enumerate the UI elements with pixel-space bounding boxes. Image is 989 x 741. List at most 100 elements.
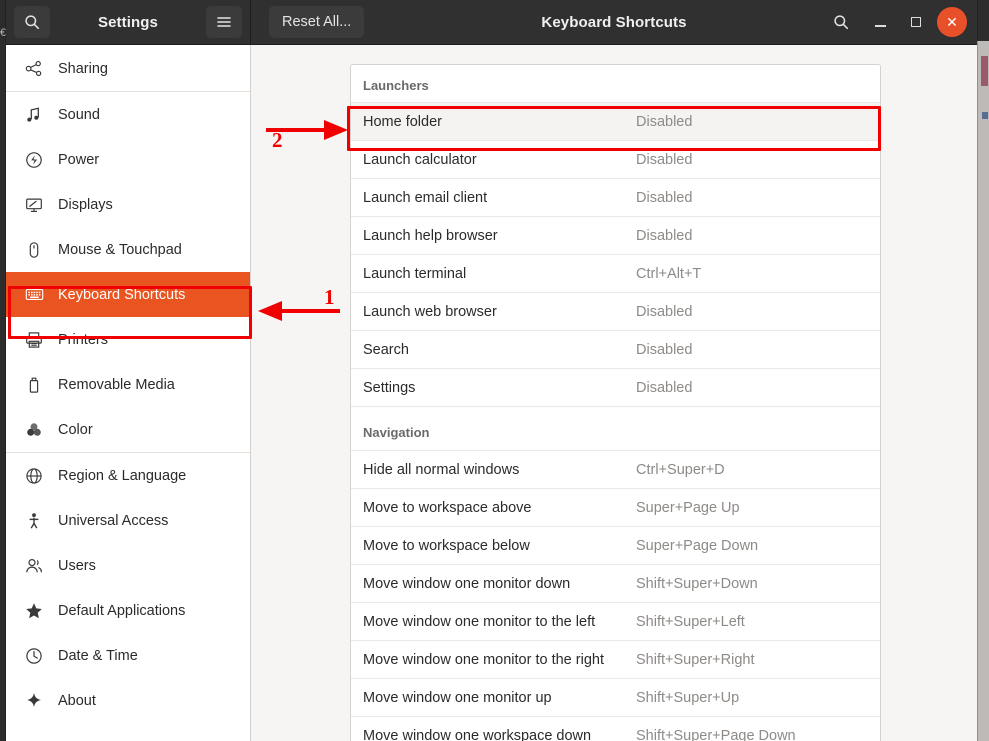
shortcut-row-hide-all-normal-windows[interactable]: Hide all normal windows Ctrl+Super+D [351, 450, 880, 488]
shortcut-row-launch-web-browser[interactable]: Launch web browser Disabled [351, 292, 880, 330]
sidebar-item-label: Sharing [58, 60, 108, 77]
shortcut-accelerator: Super+Page Down [636, 537, 759, 554]
shortcut-accelerator: Shift+Super+Page Down [636, 727, 796, 741]
shortcut-name: Launch calculator [363, 151, 477, 168]
shortcut-accelerator: Disabled [636, 189, 693, 206]
shortcut-row-move-window-one-workspace-down[interactable]: Move window one workspace down Shift+Supe… [351, 716, 880, 741]
shortcut-name: Move to workspace below [363, 537, 530, 554]
keyboard-icon [24, 285, 44, 305]
sidebar-item-label: Power [58, 151, 100, 168]
sidebar-item-label: Displays [58, 196, 113, 213]
sidebar-item-label: Printers [58, 331, 108, 348]
content-scrollbar[interactable] [971, 47, 975, 167]
right-edge-dark-top [977, 0, 989, 41]
sidebar-item-users[interactable]: Users [6, 543, 250, 588]
sidebar-item-date-time[interactable]: Date & Time [6, 633, 250, 678]
shortcut-row-move-window-one-monitor-up[interactable]: Move window one monitor up Shift+Super+Up [351, 678, 880, 716]
shortcut-accelerator: Shift+Super+Left [636, 613, 745, 630]
minimize-button[interactable] [865, 7, 895, 37]
shortcut-group-title: Launchers [351, 65, 880, 102]
shortcut-row-launch-email-client[interactable]: Launch email client Disabled [351, 178, 880, 216]
hamburger-menu-icon[interactable] [206, 6, 242, 38]
accessibility-icon [24, 511, 44, 531]
shortcut-row-move-window-one-monitor-to-the-right[interactable]: Move window one monitor to the right Shif… [351, 640, 880, 678]
clock-icon [24, 646, 44, 666]
sidebar-item-label: Default Applications [58, 602, 186, 619]
shortcut-name: Launch email client [363, 189, 488, 206]
shortcuts-content-area: Launchers Home folder Disabled Launch calcu… [251, 45, 977, 741]
shortcuts-panel: Launchers Home folder Disabled Launch calcu… [350, 64, 881, 741]
display-icon [24, 195, 44, 215]
minimize-icon [874, 25, 886, 27]
close-button[interactable]: ✕ [937, 7, 967, 37]
window-controls: ✕ [823, 6, 967, 38]
sidebar-item-label: Universal Access [58, 512, 169, 529]
shortcut-accelerator: Shift+Super+Right [636, 651, 755, 668]
shortcut-accelerator: Shift+Super+Down [636, 575, 758, 592]
shortcut-row-launch-help-browser[interactable]: Launch help browser Disabled [351, 216, 880, 254]
globe-icon [24, 466, 44, 486]
sidebar-item-region-language[interactable]: Region & Language [6, 453, 250, 498]
shortcut-name: Move window one monitor up [363, 689, 552, 706]
titlebar-main-section: Reset All... Keyboard Shortcuts ✕ [251, 0, 977, 44]
window-right-edge-strip [977, 0, 989, 741]
sidebar-item-about[interactable]: About [6, 678, 250, 723]
shortcut-row-home-folder[interactable]: Home folder Disabled [351, 102, 880, 140]
desktop-background: € Settings Reset All... Keyboard Shortcu… [0, 0, 989, 741]
power-icon [24, 150, 44, 170]
shortcut-name: Move window one monitor down [363, 575, 571, 592]
settings-window: Settings Reset All... Keyboard Shortcuts [6, 0, 977, 741]
sidebar-item-label: About [58, 692, 96, 709]
share-icon [24, 59, 44, 79]
shortcut-name: Settings [363, 379, 416, 396]
sidebar-item-default-applications[interactable]: Default Applications [6, 588, 250, 633]
shortcut-row-move-to-workspace-below[interactable]: Move to workspace below Super+Page Down [351, 526, 880, 564]
sidebar-item-power[interactable]: Power [6, 137, 250, 182]
shortcut-accelerator: Disabled [636, 151, 693, 168]
shortcut-accelerator: Disabled [636, 113, 693, 130]
mouse-icon [24, 240, 44, 260]
sidebar-item-sharing[interactable]: Sharing [6, 46, 250, 91]
shortcut-row-move-window-one-monitor-to-the-left[interactable]: Move window one monitor to the left Shift… [351, 602, 880, 640]
sidebar-item-label: Mouse & Touchpad [58, 241, 182, 258]
star-icon [24, 601, 44, 621]
sidebar-item-universal-access[interactable]: Universal Access [6, 498, 250, 543]
sidebar-item-removable-media[interactable]: Removable Media [6, 362, 250, 407]
usb-drive-icon [24, 375, 44, 395]
shortcut-accelerator: Disabled [636, 341, 693, 358]
sidebar-item-label: Region & Language [58, 467, 187, 484]
search-icon[interactable] [823, 6, 859, 38]
sidebar-item-printers[interactable]: Printers [6, 317, 250, 362]
shortcut-name: Hide all normal windows [363, 461, 520, 478]
shortcut-row-move-to-workspace-above[interactable]: Move to workspace above Super+Page Up [351, 488, 880, 526]
maximize-icon [911, 17, 921, 27]
shortcut-name: Move to workspace above [363, 499, 532, 516]
users-icon [24, 556, 44, 576]
sparkle-icon [24, 691, 44, 711]
sidebar-item-keyboard-shortcuts[interactable]: Keyboard Shortcuts [6, 272, 250, 317]
sidebar-item-label: Keyboard Shortcuts [58, 286, 186, 303]
sidebar-item-label: Date & Time [58, 647, 138, 664]
printer-icon [24, 330, 44, 350]
shortcut-row-launch-terminal[interactable]: Launch terminal Ctrl+Alt+T [351, 254, 880, 292]
shortcut-row-search[interactable]: Search Disabled [351, 330, 880, 368]
shortcut-name: Search [363, 341, 409, 358]
right-edge-mark-1 [981, 56, 988, 86]
shortcut-row-launch-calculator[interactable]: Launch calculator Disabled [351, 140, 880, 178]
sidebar-item-label: Removable Media [58, 376, 175, 393]
shortcut-row-settings[interactable]: Settings Disabled [351, 368, 880, 406]
shortcut-accelerator: Ctrl+Alt+T [636, 265, 702, 282]
reset-all-button[interactable]: Reset All... [269, 6, 365, 38]
shortcut-accelerator: Super+Page Up [636, 499, 740, 516]
shortcut-accelerator: Shift+Super+Up [636, 689, 740, 706]
sidebar-item-color[interactable]: Color [6, 407, 250, 452]
sidebar-item-sound[interactable]: Sound [6, 92, 250, 137]
shortcut-name: Move window one monitor to the left [363, 613, 596, 630]
sidebar-item-mouse-touchpad[interactable]: Mouse & Touchpad [6, 227, 250, 272]
search-icon[interactable] [14, 6, 50, 38]
sidebar-item-displays[interactable]: Displays [6, 182, 250, 227]
settings-sidebar[interactable]: Sharing Sound Power Displays Mouse & Touchpa… [6, 45, 251, 741]
maximize-button[interactable] [901, 7, 931, 37]
shortcut-accelerator: Ctrl+Super+D [636, 461, 725, 478]
shortcut-row-move-window-one-monitor-down[interactable]: Move window one monitor down Shift+Super+… [351, 564, 880, 602]
